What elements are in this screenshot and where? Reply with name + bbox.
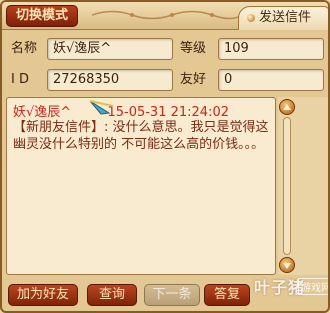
next-button[interactable]: 下一条	[144, 284, 200, 306]
name-label: 名称	[11, 41, 38, 56]
id-label: I D	[11, 72, 29, 87]
scrollbar[interactable]	[278, 97, 328, 275]
query-button[interactable]: 查询	[87, 284, 137, 306]
title-bar: 切换模式 发送信件	[2, 2, 328, 30]
level-field: 109	[218, 38, 324, 60]
friendship-label: 友好	[180, 72, 207, 87]
switch-mode-tab[interactable]: 切换模式	[6, 5, 78, 27]
mail-window: 切换模式 发送信件 名称 妖√逸辰^ 等级 109 I D 27268350 友…	[0, 0, 330, 313]
quill-cursor-icon	[89, 100, 114, 115]
scroll-down-button[interactable]	[279, 257, 295, 273]
send-mail-label: 发送信件	[259, 10, 312, 25]
scroll-track[interactable]	[283, 117, 291, 255]
friendship-field: 0	[218, 69, 324, 91]
add-friend-button[interactable]: 加为好友	[8, 284, 78, 306]
arrow-up-icon	[283, 104, 291, 110]
tab-bullet-icon	[247, 14, 255, 22]
message-area[interactable]: 妖√逸辰^ 15-05-31 21:24:02 【新朋友信件】: 没什么意思。我…	[6, 97, 276, 275]
info-panel: 名称 妖√逸辰^ 等级 109 I D 27268350 友好 0	[5, 31, 328, 95]
reply-button[interactable]: 答复	[204, 284, 250, 306]
scroll-up-button[interactable]	[279, 99, 295, 115]
send-mail-tab[interactable]: 发送信件	[238, 6, 328, 30]
arrow-down-icon	[283, 263, 291, 269]
ornament-decoration	[92, 10, 242, 20]
message-body: 【新朋友信件】: 没什么意思。我只是觉得这幽灵没什么特别的 不可能这么高的价钱。…	[13, 120, 269, 152]
watermark-subtext: 游戏网	[298, 278, 328, 295]
name-field: 妖√逸辰^	[47, 38, 173, 60]
sender-name: 妖√逸辰^	[13, 105, 72, 120]
message-header: 妖√逸辰^ 15-05-31 21:24:02	[13, 101, 229, 120]
id-field: 27268350	[47, 69, 173, 91]
level-label: 等级	[180, 41, 207, 56]
message-date: 15-05-31 21:24:02	[107, 105, 229, 120]
watermark: 叶子猪 游戏网	[254, 274, 328, 298]
